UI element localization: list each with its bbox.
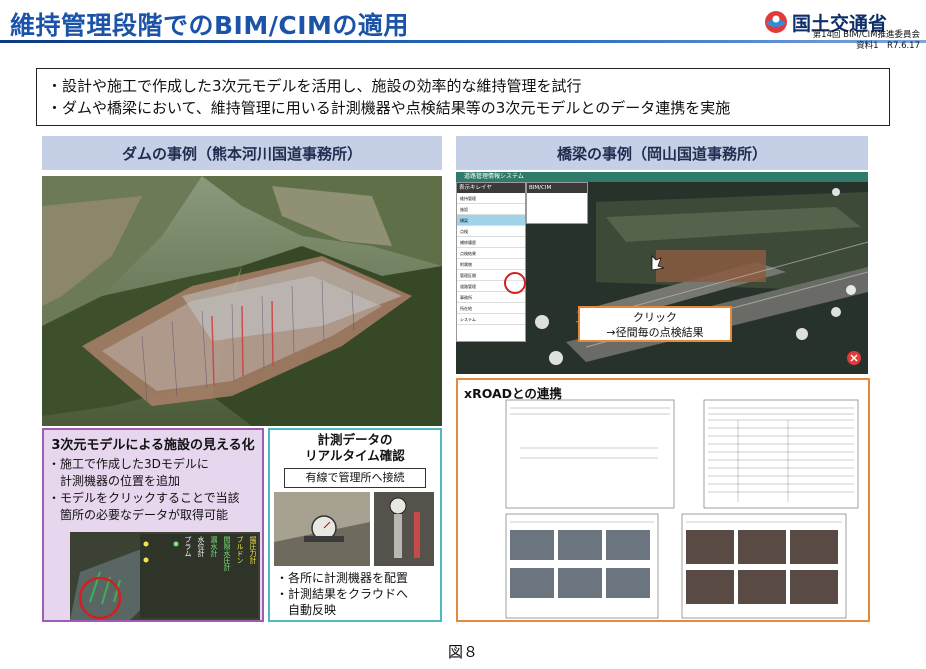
meeting-name: 第14回 BIM/CIM推進委員会 — [812, 30, 920, 40]
meeting-info: 第14回 BIM/CIM推進委員会 資料1 R7.6.17 — [740, 30, 920, 52]
visualization-box: 3次元モデルによる施設の見える化 ・施工で作成した3Dモデルに 計測機器の位置を… — [42, 428, 264, 622]
page-title: 維持管理段階でのBIM/CIMの適用 — [10, 11, 409, 40]
callout-line: クリック — [633, 311, 677, 324]
dam-3d-model-image — [42, 176, 442, 426]
summary-bullet: ・設計や施工で作成した3次元モデルを活用し、施設の効率的な維持管理を試行 — [47, 77, 582, 95]
xroad-panel: xROADとの連携 — [456, 378, 870, 622]
inspection-sheets — [505, 399, 859, 619]
realtime-title-line: 計測データの — [317, 432, 393, 447]
bim-cim-panel: BIM/CIM — [526, 182, 588, 224]
visualization-line: 箇所の必要なデータが取得可能 — [48, 508, 229, 522]
bridge-section-heading: 橋梁の事例（岡山国道事務所） — [456, 136, 868, 170]
sensor-label: 間隙水圧計 — [223, 536, 231, 571]
sensor-model-image: 揚圧力計 ブルドン 間隙水圧計 漏水計 水位計 プラム — [70, 532, 260, 620]
dam-3d-model-render — [42, 176, 442, 426]
pressure-gauge-photo — [274, 492, 370, 566]
sensor-label: ブルドン — [236, 536, 244, 564]
visualization-line: ・施工で作成した3Dモデルに — [48, 457, 209, 471]
gauge-photo-2 — [374, 492, 434, 566]
bim-cim-tab[interactable]: BIM/CIM — [527, 183, 587, 193]
layer-menu-header: 表示キレイヤ — [457, 183, 525, 193]
layer-menu-item[interactable]: システム — [457, 314, 525, 325]
realtime-box: 計測データの リアルタイム確認 有線で管理所へ接続 ・各所に計測機器を配置 ・計… — [268, 428, 442, 622]
layer-menu-item[interactable]: 所在地 — [457, 303, 525, 314]
visualization-line: ・モデルをクリックすることで当該 — [48, 491, 240, 505]
realtime-title-line: リアルタイム確認 — [305, 448, 405, 463]
sensor-label: プラム — [184, 536, 192, 557]
click-callout: クリック →径間毎の点検結果 — [578, 306, 732, 342]
realtime-line: 自動反映 — [276, 603, 337, 617]
wired-connection-tag: 有線で管理所へ接続 — [284, 468, 426, 488]
sensor-label: 揚圧力計 — [249, 536, 257, 564]
callout-line: →径間毎の点検結果 — [606, 326, 704, 339]
layer-menu-item[interactable]: 補修履歴 — [457, 237, 525, 248]
visualization-line: 計測機器の位置を追加 — [48, 474, 181, 488]
system-title-bar: 道路管理情報システム — [456, 172, 868, 182]
figure-caption: 図８ — [447, 643, 478, 661]
bridge-3d-system-screenshot: 道路管理情報システム 表示キレイヤ 維持管理 施設 橋梁 点検 補修履歴 点検結… — [456, 172, 868, 374]
summary-box: ・設計や施工で作成した3次元モデルを活用し、施設の効率的な維持管理を試行 ・ダム… — [36, 68, 890, 126]
layer-menu-item[interactable]: 維持管理 — [457, 193, 525, 204]
layer-menu-item[interactable]: 施設 — [457, 204, 525, 215]
realtime-line: ・計測結果をクラウドへ — [276, 587, 409, 601]
summary-bullet: ・ダムや橋梁において、維持管理に用いる計測機器や点検結果等の3次元モデルとのデー… — [47, 99, 731, 117]
layer-menu-panel: 表示キレイヤ 維持管理 施設 橋梁 点検 補修履歴 点検結果 附属物 管理区間 … — [456, 182, 526, 342]
sensor-label: 漏水計 — [210, 536, 218, 557]
layer-menu-item[interactable]: 附属物 — [457, 259, 525, 270]
realtime-line: ・各所に計測機器を配置 — [276, 571, 409, 585]
meter-photo — [374, 492, 434, 566]
layer-menu-item[interactable]: 点検結果 — [457, 248, 525, 259]
layer-menu-item-selected[interactable]: 橋梁 — [457, 215, 525, 226]
sensor-label: 水位計 — [197, 536, 205, 557]
gauge-photo-1 — [274, 492, 370, 566]
dam-section-heading: ダムの事例（熊本河川国道事務所） — [42, 136, 442, 170]
material-number: 資料1 R7.6.17 — [856, 41, 920, 51]
visualization-title: 3次元モデルによる施設の見える化 — [51, 438, 255, 453]
layer-menu-item[interactable]: 点検 — [457, 226, 525, 237]
selected-layer-marker — [504, 272, 526, 294]
